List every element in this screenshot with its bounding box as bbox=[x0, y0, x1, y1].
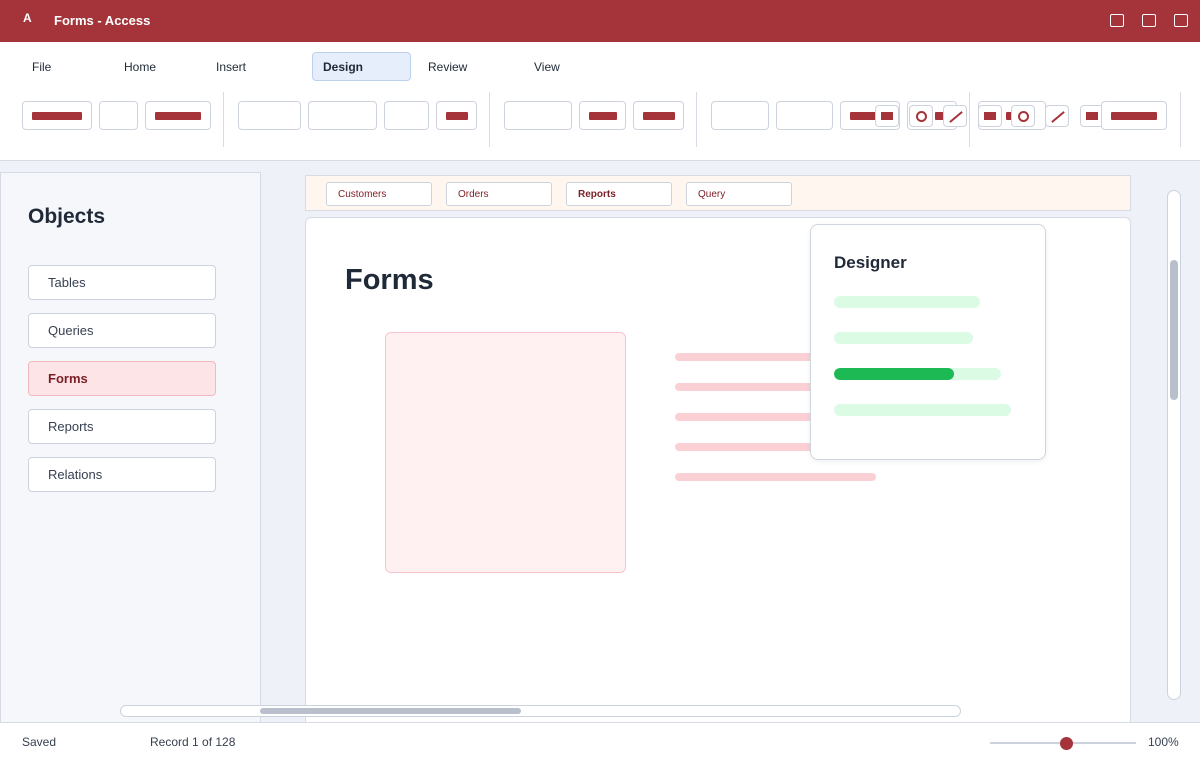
image-placeholder[interactable] bbox=[385, 332, 626, 573]
sidebar-item-relations[interactable]: Relations bbox=[28, 457, 216, 492]
ribbon-button[interactable] bbox=[776, 101, 833, 130]
ribbon-separator bbox=[1180, 92, 1181, 147]
line-icon[interactable] bbox=[1045, 105, 1069, 127]
vertical-scrollbar[interactable] bbox=[1167, 190, 1181, 700]
doc-tab-query[interactable]: Query bbox=[686, 182, 792, 206]
text-line-placeholder bbox=[675, 413, 815, 421]
tab-file[interactable]: File bbox=[22, 52, 82, 81]
page-title: Forms bbox=[345, 264, 434, 296]
ribbon-separator bbox=[696, 92, 697, 147]
title-bar: A Forms - Access bbox=[0, 0, 1200, 42]
sidebar-title: Objects bbox=[28, 205, 106, 228]
designer-bar bbox=[834, 404, 1011, 416]
designer-progress-bar bbox=[834, 368, 1001, 380]
square-bar-icon[interactable] bbox=[875, 105, 899, 127]
ribbon-separator bbox=[969, 92, 970, 147]
doc-tab-customers[interactable]: Customers bbox=[326, 182, 432, 206]
ribbon-button[interactable] bbox=[99, 101, 138, 130]
ribbon-button[interactable] bbox=[436, 101, 477, 130]
document-tabs: Customers Orders Reports Query bbox=[305, 175, 1131, 211]
designer-bar bbox=[834, 296, 980, 308]
doc-tab-orders[interactable]: Orders bbox=[446, 182, 552, 206]
horizontal-scrollbar[interactable] bbox=[120, 705, 961, 717]
sidebar-item-queries[interactable]: Queries bbox=[28, 313, 216, 348]
ribbon-button[interactable] bbox=[504, 101, 572, 130]
designer-progress-fill bbox=[834, 368, 955, 380]
doc-tab-reports[interactable]: Reports bbox=[566, 182, 672, 206]
tab-view[interactable]: View bbox=[524, 52, 584, 81]
zoom-level: 100% bbox=[1148, 735, 1179, 749]
circle-icon[interactable] bbox=[1011, 105, 1035, 127]
ribbon-separator bbox=[223, 92, 224, 147]
text-line-placeholder bbox=[675, 473, 876, 481]
designer-panel[interactable]: Designer bbox=[810, 224, 1046, 460]
sidebar-item-tables[interactable]: Tables bbox=[28, 265, 216, 300]
ribbon-button[interactable] bbox=[308, 101, 377, 130]
ribbon-button[interactable] bbox=[238, 101, 301, 130]
ribbon-button[interactable] bbox=[1101, 101, 1167, 130]
ribbon-button[interactable] bbox=[711, 101, 769, 130]
vertical-scroll-thumb[interactable] bbox=[1170, 260, 1178, 400]
ribbon-separator bbox=[489, 92, 490, 147]
close-button[interactable] bbox=[1174, 14, 1188, 27]
tab-design[interactable]: Design bbox=[312, 52, 411, 81]
horizontal-scroll-thumb[interactable] bbox=[260, 708, 521, 714]
ribbon-button[interactable] bbox=[384, 101, 429, 130]
sidebar-item-forms[interactable]: Forms bbox=[28, 361, 216, 396]
objects-sidebar: Objects Tables Queries Forms Reports Rel… bbox=[0, 172, 261, 723]
text-line-placeholder bbox=[675, 383, 815, 391]
record-counter: Record 1 of 128 bbox=[150, 735, 236, 749]
designer-bar bbox=[834, 332, 973, 344]
ribbon-button[interactable] bbox=[579, 101, 626, 130]
designer-title: Designer bbox=[834, 253, 907, 272]
ribbon: File Home Insert Design Review View bbox=[0, 42, 1200, 161]
save-status: Saved bbox=[22, 735, 57, 749]
circle-icon[interactable] bbox=[909, 105, 933, 127]
tab-review[interactable]: Review bbox=[418, 52, 488, 81]
zoom-slider-knob[interactable] bbox=[1060, 737, 1073, 750]
window-title: Forms - Access bbox=[54, 13, 151, 28]
text-line-placeholder bbox=[675, 353, 815, 361]
status-bar: Saved Record 1 of 128 100% bbox=[0, 722, 1200, 760]
ribbon-button[interactable] bbox=[633, 101, 684, 130]
text-line-placeholder bbox=[675, 443, 815, 451]
tab-insert[interactable]: Insert bbox=[206, 52, 276, 81]
sidebar-item-reports[interactable]: Reports bbox=[28, 409, 216, 444]
ribbon-button[interactable] bbox=[22, 101, 92, 130]
line-icon[interactable] bbox=[943, 105, 967, 127]
minimize-button[interactable] bbox=[1110, 14, 1124, 27]
app-logo: A bbox=[23, 11, 32, 25]
tab-home[interactable]: Home bbox=[114, 52, 184, 81]
square-bar-icon[interactable] bbox=[978, 105, 1002, 127]
maximize-button[interactable] bbox=[1142, 14, 1156, 27]
ribbon-button[interactable] bbox=[145, 101, 211, 130]
